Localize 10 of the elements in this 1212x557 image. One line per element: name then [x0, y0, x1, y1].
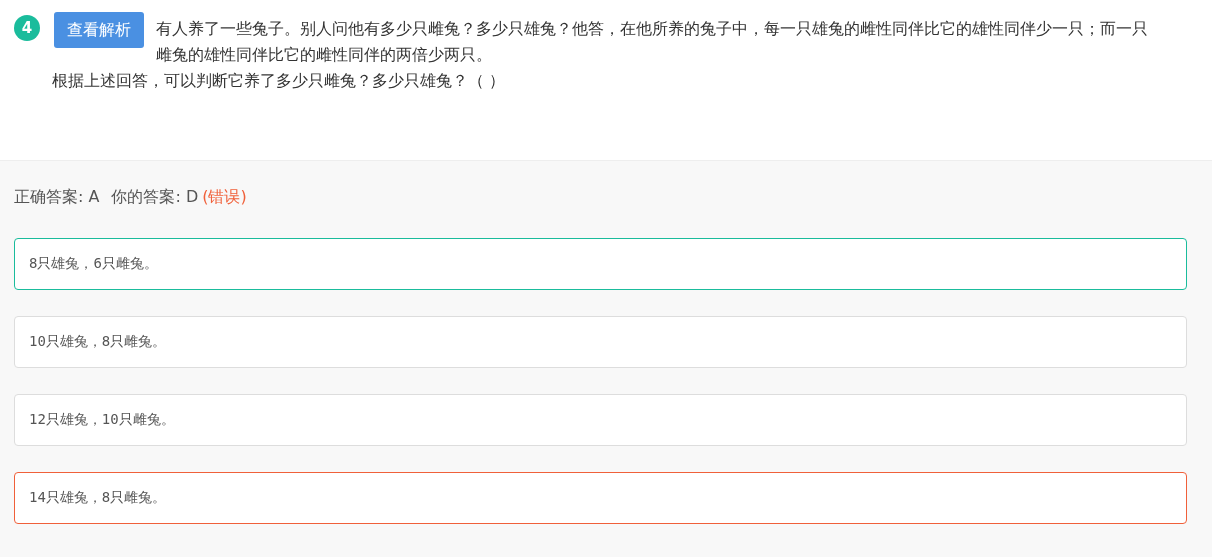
answer-option[interactable]: 14只雄兔，8只雌兔。 — [14, 472, 1187, 524]
correct-answer-label: 正确答案: A — [14, 187, 100, 208]
question-prompt: 根据上述回答，可以判断它养了多少只雌兔？多少只雄兔？（ ） — [52, 70, 507, 92]
answer-option[interactable]: 8只雄兔，6只雌兔。 — [14, 238, 1187, 290]
question-number-badge: 4 — [14, 15, 40, 41]
answer-option[interactable]: 12只雄兔，10只雌兔。 — [14, 394, 1187, 446]
your-answer-label: 你的答案: D — [111, 187, 199, 208]
question-text: 有人养了一些兔子。别人问他有多少只雌兔？多少只雄兔？他答，在他所养的兔子中，每一只雄兔的雌性同伴比它的雄性同伴少一只；而一只雌兔的雄性同伴比它的雌性同伴的两倍少两只。 — [156, 18, 1149, 66]
answer-option[interactable]: 10只雄兔，8只雌兔。 — [14, 316, 1187, 368]
verdict-label: (错误) — [202, 187, 247, 208]
